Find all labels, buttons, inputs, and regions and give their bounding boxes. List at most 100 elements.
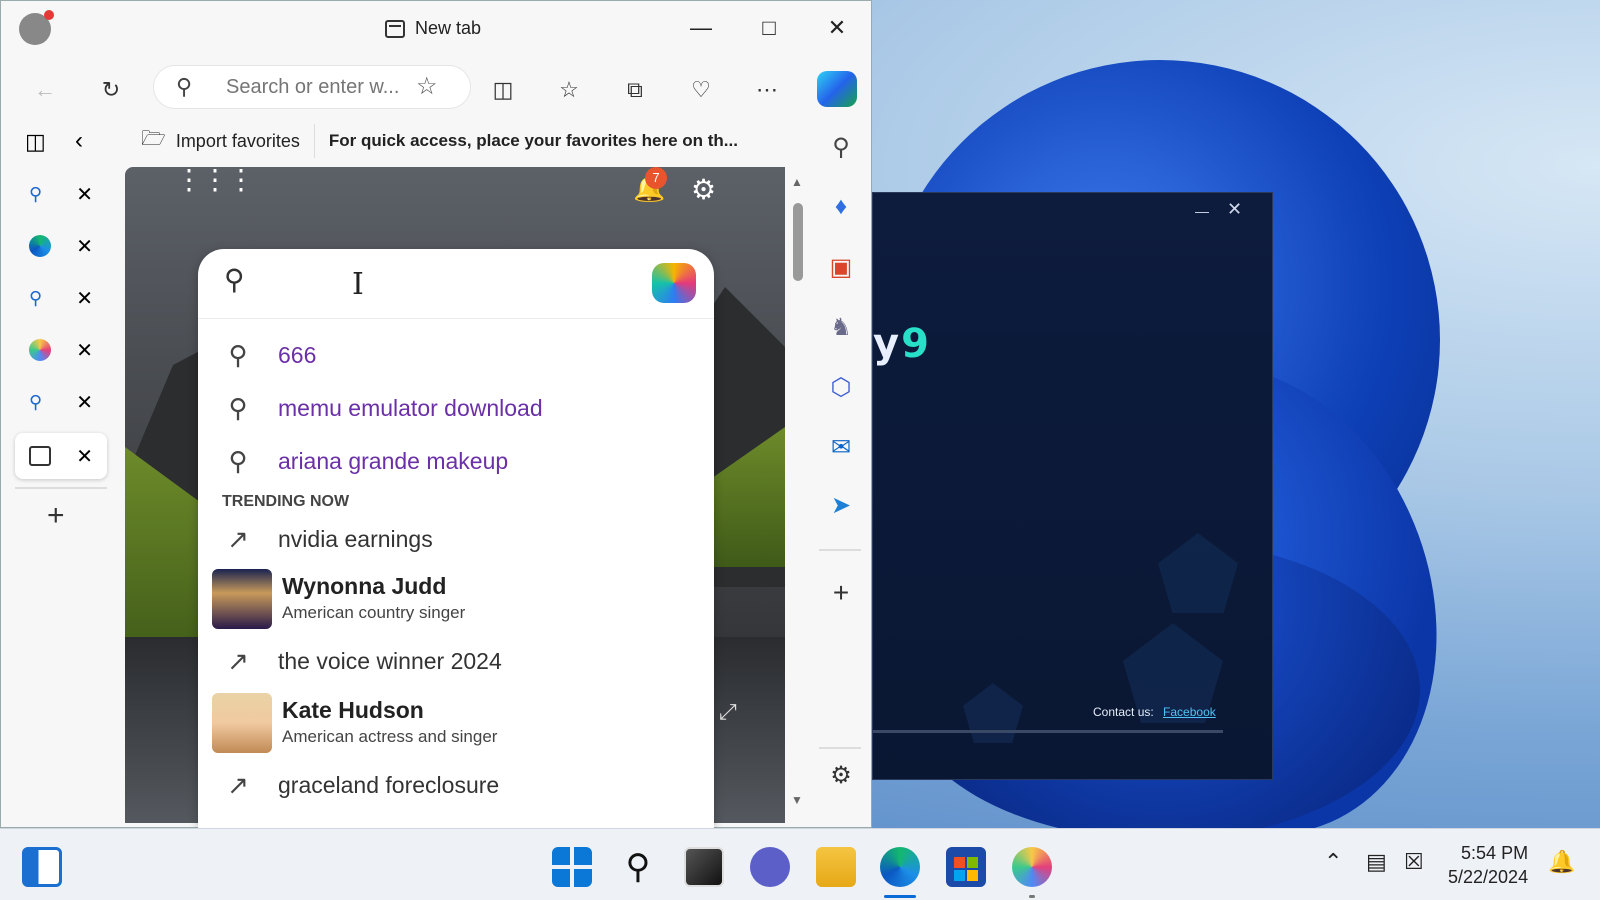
vertical-tab[interactable]: ⚲ ✕	[15, 275, 107, 321]
maximize-button[interactable]: □	[749, 15, 789, 41]
start-button-icon[interactable]	[552, 847, 592, 887]
profile-avatar[interactable]	[19, 10, 54, 45]
suggestion-item[interactable]: ⚲ ariana grande makeup	[198, 435, 714, 487]
entity-name: Kate Hudson	[282, 697, 424, 723]
search-field[interactable]: ⚲ I	[198, 249, 714, 319]
page-settings-gear-icon[interactable]: ⚙	[691, 173, 716, 206]
sidebar-settings-gear-icon[interactable]: ⚙	[823, 761, 859, 797]
app-window: — ✕ y9 Contact us: Facebook	[872, 192, 1273, 780]
split-screen-icon[interactable]: ◫	[487, 77, 519, 103]
minimize-button[interactable]: —	[681, 15, 721, 41]
sidebar-divider	[819, 549, 861, 551]
app-logo: y9	[873, 321, 931, 367]
drop-send-icon[interactable]: ➤	[823, 491, 859, 527]
volume-muted-icon[interactable]: ☒	[1404, 849, 1424, 875]
close-tab-icon[interactable]: ✕	[76, 234, 93, 259]
teams-chat-icon[interactable]	[750, 847, 790, 887]
notification-count-badge: 7	[645, 167, 667, 189]
system-clock[interactable]: 5:54 PM 5/22/2024	[1448, 841, 1528, 889]
vertical-tab[interactable]: ⚲ ✕	[15, 171, 107, 217]
trending-item[interactable]: ↗ the voice winner 2024	[198, 635, 714, 687]
app-tab-icon	[29, 339, 51, 361]
vertical-tab[interactable]: ✕	[15, 223, 107, 269]
edge-tab-icon	[29, 235, 51, 257]
trending-item[interactable]: ↗ graceland foreclosure	[198, 759, 714, 811]
collections-icon[interactable]: ⧉	[619, 77, 651, 103]
suggestion-text: 666	[278, 341, 317, 368]
trending-item[interactable]: ↗ nvidia earnings	[198, 513, 714, 565]
more-options-icon[interactable]: ⋯	[751, 77, 783, 103]
app-taskbar-icon[interactable]	[1012, 847, 1052, 887]
refresh-icon[interactable]: ↻	[95, 77, 127, 103]
trending-entity[interactable]: Wynonna Judd American country singer	[198, 567, 714, 631]
import-favorites-button[interactable]: 🗁 Import favorites	[131, 124, 315, 158]
contact-label: Contact us:	[1093, 705, 1154, 719]
vertical-tab[interactable]: ⚲ ✕	[15, 379, 107, 425]
scrollbar-thumb[interactable]	[793, 203, 803, 281]
close-tab-icon[interactable]: ✕	[76, 182, 93, 207]
taskbar-search-icon[interactable]: ⚲	[618, 847, 658, 887]
apps-grid-icon[interactable]: ⋮⋮⋮	[175, 167, 255, 194]
suggestion-item[interactable]: ⚲ 666	[198, 329, 714, 381]
search-tab-icon: ⚲	[29, 391, 43, 412]
suggestion-item[interactable]: ⚲ memu emulator download	[198, 382, 714, 434]
favorites-bar: 🗁 Import favorites For quick access, pla…	[131, 121, 791, 161]
folder-icon: 🗁	[141, 128, 166, 150]
show-hidden-icons-chevron-up-icon[interactable]: ⌃	[1324, 849, 1342, 875]
tab-divider	[15, 487, 107, 489]
expand-icon[interactable]: ⤢	[719, 699, 737, 725]
trending-arrow-icon: ↗	[227, 523, 249, 554]
edge-taskbar-icon[interactable]	[880, 847, 920, 887]
trending-arrow-icon: ↗	[227, 645, 249, 676]
games-chess-icon[interactable]: ♞	[823, 313, 859, 349]
shopping-tag-icon[interactable]: ♦	[823, 193, 859, 229]
search-icon: ⚲	[228, 445, 248, 476]
copilot-icon[interactable]	[817, 71, 857, 107]
page-scrollbar[interactable]: ▲ ▼	[791, 171, 805, 821]
address-input[interactable]	[226, 76, 411, 99]
copilot-icon[interactable]	[652, 263, 696, 303]
window-title: New tab	[385, 18, 481, 39]
widgets-icon[interactable]	[22, 847, 62, 887]
new-tab-icon	[385, 19, 405, 38]
close-tab-icon[interactable]: ✕	[76, 286, 93, 311]
sidebar-add-icon[interactable]: +	[823, 577, 859, 613]
search-icon: ⚲	[224, 264, 245, 295]
entity-description: American country singer	[282, 603, 466, 622]
vertical-tab-active[interactable]: ✕	[15, 433, 107, 479]
close-button[interactable]: ✕	[817, 15, 857, 41]
trending-arrow-icon: ↗	[227, 769, 249, 800]
new-tab-plus-icon[interactable]: +	[47, 499, 65, 533]
vertical-tabs-pane: ◫ ‹ ⚲ ✕ ✕ ⚲ ✕ ✕ ⚲ ✕ ✕ +	[1, 121, 123, 821]
file-explorer-icon[interactable]	[816, 847, 856, 887]
tab-actions-icon[interactable]: ◫	[25, 129, 46, 155]
sidebar-search-icon[interactable]: ⚲	[823, 133, 859, 169]
network-icon[interactable]: ▤	[1366, 849, 1387, 875]
trending-text: nvidia earnings	[278, 525, 433, 552]
microsoft-365-icon[interactable]: ⬡	[823, 373, 859, 409]
browser-essentials-icon[interactable]: ♡	[685, 77, 717, 103]
clock-date: 5/22/2024	[1448, 867, 1529, 887]
tools-briefcase-icon[interactable]: ▣	[823, 253, 859, 289]
add-favorite-star-icon[interactable]: ☆	[416, 72, 438, 101]
notification-center-icon[interactable]: 🔔	[1548, 849, 1575, 875]
search-tab-icon: ⚲	[29, 287, 43, 308]
microsoft-store-icon[interactable]	[946, 847, 986, 887]
close-tab-icon[interactable]: ✕	[76, 390, 93, 415]
search-icon: ⚲	[176, 74, 193, 99]
favorites-icon[interactable]: ☆	[553, 77, 585, 103]
address-bar[interactable]: ⚲ ☆	[153, 65, 471, 109]
vertical-tab[interactable]: ✕	[15, 327, 107, 373]
close-tab-icon[interactable]: ✕	[76, 444, 93, 469]
app-minimize-button[interactable]: —	[1195, 203, 1209, 219]
trending-entity[interactable]: Kate Hudson American actress and singer	[198, 691, 714, 755]
scroll-up-arrow-icon[interactable]: ▲	[791, 175, 803, 189]
collapse-pane-icon[interactable]: ‹	[75, 127, 83, 155]
app-close-button[interactable]: ✕	[1227, 199, 1242, 220]
outlook-icon[interactable]: ✉	[823, 433, 859, 469]
facebook-link[interactable]: Facebook	[1163, 705, 1216, 719]
task-view-icon[interactable]	[684, 847, 724, 887]
scroll-down-arrow-icon[interactable]: ▼	[791, 793, 803, 807]
back-arrow-icon[interactable]: ←	[29, 77, 61, 103]
close-tab-icon[interactable]: ✕	[76, 338, 93, 363]
